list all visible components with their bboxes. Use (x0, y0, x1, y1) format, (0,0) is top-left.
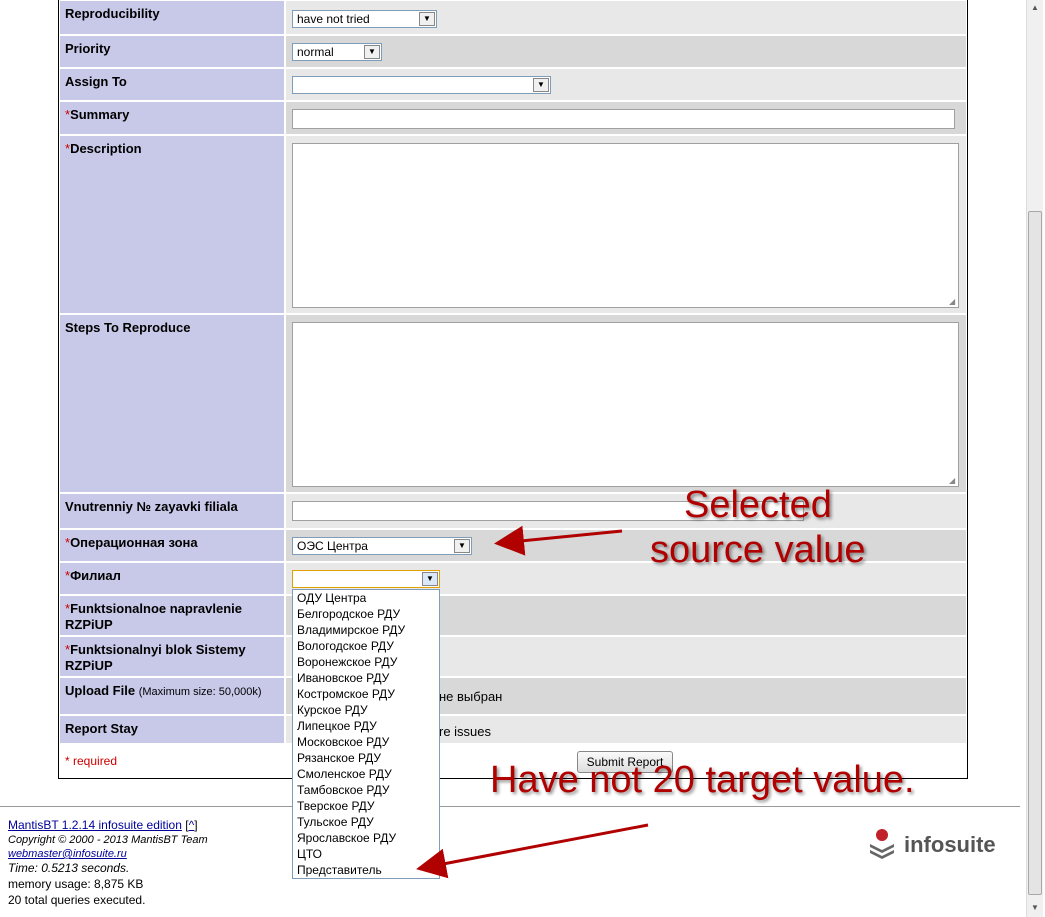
arrow-to-op-zone (494, 525, 623, 556)
annotation-source-value: source value (650, 529, 866, 571)
annotation-have-not: Have not 20 target value. (490, 759, 915, 801)
arrow-to-list-end (416, 823, 649, 879)
annotation-selected: Selected (684, 484, 832, 526)
